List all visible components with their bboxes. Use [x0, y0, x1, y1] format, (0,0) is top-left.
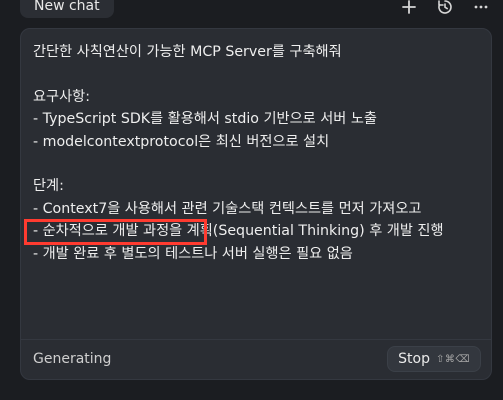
- message-footer: Generating Stop ⇧⌘⌫: [21, 339, 491, 379]
- message-line-requirement-1: - TypeScript SDK를 활용해서 stdio 기반으로 서버 노출: [33, 111, 377, 128]
- history-icon[interactable]: [435, 0, 455, 17]
- plus-icon[interactable]: [399, 0, 419, 17]
- message-line-step-1: - Context7을 사용해서 관련 기술스택 컨텍스트를 먼저 가져오고: [33, 200, 422, 217]
- top-actions: [399, 0, 491, 17]
- generating-status: Generating: [33, 351, 112, 367]
- message-line-step-2: - 순차적으로 개발 과정을 계획(Sequential Thinking) 후…: [33, 223, 444, 240]
- user-message: 간단한 사칙연산이 가능한 MCP Server를 구축해줘 요구사항: - T…: [33, 41, 481, 265]
- message-line-step-3: - 개발 완료 후 별도의 테스트나 서버 실행은 필요 없음: [33, 245, 353, 262]
- tab-new-chat[interactable]: New chat: [20, 0, 114, 18]
- stop-label: Stop: [398, 351, 430, 367]
- stop-button[interactable]: Stop ⇧⌘⌫: [387, 346, 481, 372]
- message-line-steps-title: 단계:: [33, 178, 64, 195]
- top-bar: New chat: [0, 0, 503, 20]
- message-line-requirement-2: - modelcontextprotocol은 최신 버전으로 설치: [33, 133, 330, 150]
- stop-shortcut: ⇧⌘⌫: [435, 353, 470, 365]
- message-line-requirements-title: 요구사항:: [33, 88, 90, 105]
- chat-message-card: 간단한 사칙연산이 가능한 MCP Server를 구축해줘 요구사항: - T…: [20, 28, 492, 380]
- chat-window: New chat 간단한 사칙연산이 가능한 MCP Server를 구축해줘 …: [0, 0, 503, 400]
- more-icon[interactable]: [471, 0, 491, 17]
- message-line-1: 간단한 사칙연산이 가능한 MCP Server를 구축해줘: [33, 44, 342, 60]
